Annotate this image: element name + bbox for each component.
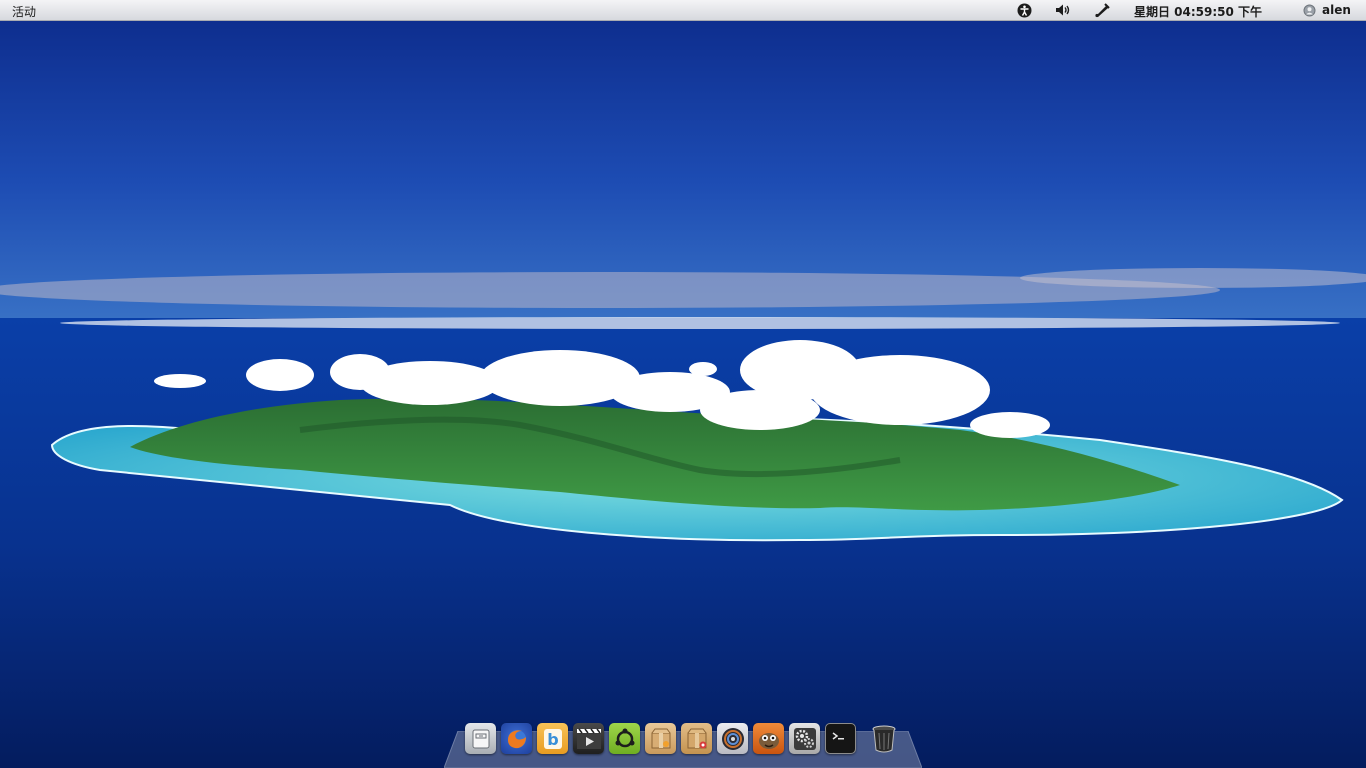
file-cabinet-icon (472, 729, 489, 748)
dock-item-file-manager[interactable] (465, 723, 496, 754)
terminal-icon (832, 731, 844, 740)
dock-item-trash[interactable] (868, 723, 899, 754)
dock-item-gimp[interactable] (753, 723, 784, 754)
dock-item-blogger[interactable]: b (537, 723, 568, 754)
package-icon (651, 728, 670, 748)
disc-icon (721, 727, 744, 750)
volume-menu[interactable] (1054, 2, 1072, 18)
bluetooth-menu[interactable] (1093, 2, 1111, 18)
user-menu[interactable]: alen (1303, 3, 1351, 17)
user-name: alen (1322, 3, 1351, 17)
clock-menu[interactable]: 星期日 04:59:50 下午 (1134, 3, 1262, 20)
dock-item-system-settings[interactable] (789, 723, 820, 754)
trash-icon (872, 725, 895, 752)
dock-item-terminal[interactable] (825, 723, 856, 754)
dock-item-firefox[interactable] (501, 723, 532, 754)
gears-icon (793, 727, 816, 750)
top-panel: 活动 星期日 04:59:50 下午 alen (0, 0, 1366, 21)
dock: b (444, 721, 922, 768)
bluetooth-icon (1095, 2, 1110, 17)
desktop-wallpaper (0, 0, 1366, 768)
clapperboard-icon (576, 728, 601, 749)
ubuntu-icon (615, 728, 634, 747)
firefox-icon (507, 729, 526, 748)
package-install-icon (687, 728, 706, 748)
island-landscape-image (0, 0, 1366, 768)
activities-button[interactable]: 活动 (12, 3, 36, 20)
dock-item-archive-manager[interactable] (645, 723, 676, 754)
dock-item-ubuntu-software[interactable] (609, 723, 640, 754)
b-letter-icon: b (543, 728, 562, 749)
gimp-icon (758, 732, 779, 749)
accessibility-icon (1017, 3, 1031, 17)
accessibility-menu[interactable] (1016, 2, 1032, 18)
dock-item-video-player[interactable] (573, 723, 604, 754)
volume-icon (1055, 4, 1069, 16)
svg-text:b: b (547, 730, 558, 749)
user-status-icon (1303, 4, 1316, 16)
dock-item-disk-burner[interactable] (717, 723, 748, 754)
dock-item-package-installer[interactable] (681, 723, 712, 754)
